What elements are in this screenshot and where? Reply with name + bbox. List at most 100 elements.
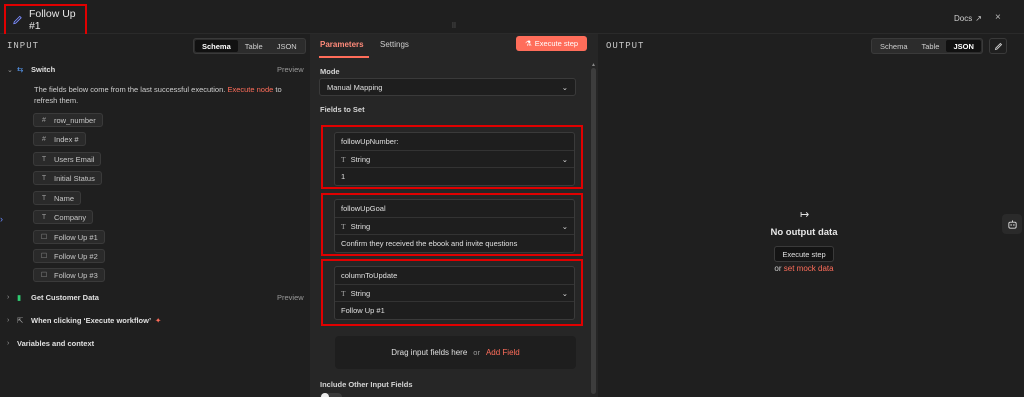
field-label: Name <box>54 193 75 203</box>
add-field-link[interactable]: Add Field <box>486 348 520 357</box>
assignment-type-select[interactable]: T String ⌄ <box>335 151 574 168</box>
field-pill[interactable]: # Index # <box>33 132 86 146</box>
assignment-type-value: String <box>350 154 371 164</box>
parameters-scrollbar[interactable] <box>591 68 596 394</box>
checkbox-type-icon: ☐ <box>40 253 48 260</box>
node-editor-modal: Follow Up #1 ⠿ Docs ↗ × INPUT Schema Tab… <box>0 0 1024 397</box>
input-view-toggle: Schema Table JSON <box>193 38 306 54</box>
node-title-text[interactable]: Follow Up #1 <box>29 8 85 32</box>
chevron-right-icon[interactable]: › <box>7 340 17 347</box>
trigger-spark-icon: ✦ <box>155 316 162 325</box>
tab-parameters[interactable]: Parameters <box>320 40 364 49</box>
string-type-icon: T <box>341 221 346 231</box>
variables-row[interactable]: › Variables and context <box>7 339 94 348</box>
pencil-icon <box>13 15 22 25</box>
set-mock-data-link[interactable]: set mock data <box>784 264 834 273</box>
include-other-fields-label: Include Other Input Fields <box>320 380 413 389</box>
input-view-json[interactable]: JSON <box>270 40 304 52</box>
execute-step-button[interactable]: ⚗ Execute step <box>516 36 587 51</box>
switch-preview-link[interactable]: Preview <box>277 65 304 74</box>
output-view-schema[interactable]: Schema <box>873 40 915 52</box>
output-view-table[interactable]: Table <box>915 40 947 52</box>
field-pill[interactable]: T Initial Status <box>33 171 102 185</box>
chevron-right-icon[interactable]: › <box>7 317 17 324</box>
execute-node-link[interactable]: Execute node <box>227 85 273 94</box>
output-view-json[interactable]: JSON <box>946 40 981 52</box>
field-label: Company <box>54 212 87 222</box>
assignment-type-select[interactable]: T String ⌄ <box>335 285 574 302</box>
back-to-canvas-icon[interactable]: › <box>0 214 8 228</box>
chevron-right-icon[interactable]: › <box>7 294 17 301</box>
assignment-value-field[interactable]: Follow Up #1 <box>335 302 574 319</box>
manual-trigger-label: When clicking ‘Execute workflow’ <box>31 316 152 325</box>
docs-label[interactable]: Docs <box>954 14 972 23</box>
assignment-type-value: String <box>350 221 371 231</box>
docs-link[interactable]: Docs ↗ <box>954 14 982 23</box>
input-view-table[interactable]: Table <box>238 40 270 52</box>
ai-assistant-button[interactable] <box>1002 214 1022 234</box>
include-other-fields-toggle[interactable] <box>320 393 342 397</box>
assignment-type-select[interactable]: T String ⌄ <box>335 218 574 235</box>
mode-select[interactable]: Manual Mapping ⌄ <box>319 78 576 96</box>
drag-drop-zone[interactable]: Drag input fields here or Add Field <box>335 336 576 369</box>
switch-node-label: Switch <box>31 65 56 74</box>
string-type-icon: T <box>41 174 47 182</box>
google-sheets-icon: ▮ <box>17 293 22 302</box>
flask-icon: ⚗ <box>524 39 532 48</box>
checkbox-type-icon: ☐ <box>40 272 48 279</box>
cursor-click-icon: ⇱ <box>17 316 24 325</box>
input-view-schema[interactable]: Schema <box>195 40 238 52</box>
assignment-name-field[interactable]: followUpNumber: <box>335 133 574 151</box>
assignment-value-field[interactable]: Confirm they received the ebook and invi… <box>335 235 574 252</box>
chevron-down-icon: ⌄ <box>561 154 568 164</box>
output-panel <box>598 34 1024 397</box>
get-customer-data-row[interactable]: › ▮ Get Customer Data <box>7 293 99 302</box>
close-button[interactable]: × <box>995 12 1001 23</box>
edit-output-button[interactable] <box>989 38 1007 54</box>
field-label: Initial Status <box>54 173 95 183</box>
chevron-down-icon: ⌄ <box>561 288 568 298</box>
field-label: row_number <box>54 115 96 125</box>
field-pill[interactable]: T Users Email <box>33 152 102 166</box>
assignment-type-value: String <box>350 288 371 298</box>
assignment-card: followUpNumber: T String ⌄ 1 <box>334 132 575 186</box>
field-label: Users Email <box>54 154 95 164</box>
get-customer-data-label: Get Customer Data <box>31 293 99 302</box>
drag-handle[interactable]: ⠿ <box>444 22 464 32</box>
field-label: Follow Up #1 <box>54 232 98 242</box>
assignment-name-field[interactable]: columnToUpdate <box>335 267 574 285</box>
get-customer-preview-link[interactable]: Preview <box>277 293 304 302</box>
manual-trigger-row[interactable]: › ⇱ When clicking ‘Execute workflow’ ✦ <box>7 316 161 325</box>
string-type-icon: T <box>341 154 346 164</box>
execution-note-text: The fields below come from the last succ… <box>34 85 226 94</box>
field-pill[interactable]: T Name <box>33 191 82 205</box>
external-link-icon: ↗ <box>975 14 982 23</box>
field-pill[interactable]: ☐ Follow Up #2 <box>33 249 105 263</box>
switch-node-row[interactable]: ⌄ ⇆ Switch <box>7 65 55 74</box>
field-pill[interactable]: ☐ Follow Up #3 <box>33 268 105 282</box>
execution-note: The fields below come from the last succ… <box>34 84 304 106</box>
variables-label: Variables and context <box>17 339 95 348</box>
field-pill[interactable]: T Company <box>33 210 94 224</box>
drag-or: or <box>473 348 480 357</box>
number-type-icon: # <box>42 116 46 124</box>
output-view-toggle: Schema Table JSON <box>871 38 983 54</box>
output-section-label: OUTPUT <box>606 41 645 51</box>
output-execute-step-button[interactable]: Execute step <box>774 246 834 262</box>
chevron-down-icon[interactable]: ⌄ <box>7 66 17 74</box>
mock-or: or <box>774 264 782 273</box>
checkbox-type-icon: ☐ <box>40 234 48 241</box>
parameters-tabs: Parameters Settings ⚗ Execute step <box>310 34 598 58</box>
field-pill[interactable]: ☐ Follow Up #1 <box>33 230 105 244</box>
string-type-icon: T <box>41 213 47 221</box>
assignment-name-field[interactable]: followUpGoal <box>335 200 574 218</box>
tab-settings[interactable]: Settings <box>380 40 409 49</box>
pencil-icon <box>994 42 1002 50</box>
field-label: Index # <box>54 134 79 144</box>
fields-to-set-label: Fields to Set <box>320 105 365 114</box>
node-title[interactable]: Follow Up #1 <box>4 4 87 36</box>
active-tab-indicator <box>319 56 369 58</box>
no-output-title: No output data <box>770 227 838 238</box>
assignment-value-field[interactable]: 1 <box>335 168 574 185</box>
field-pill[interactable]: # row_number <box>33 113 103 127</box>
